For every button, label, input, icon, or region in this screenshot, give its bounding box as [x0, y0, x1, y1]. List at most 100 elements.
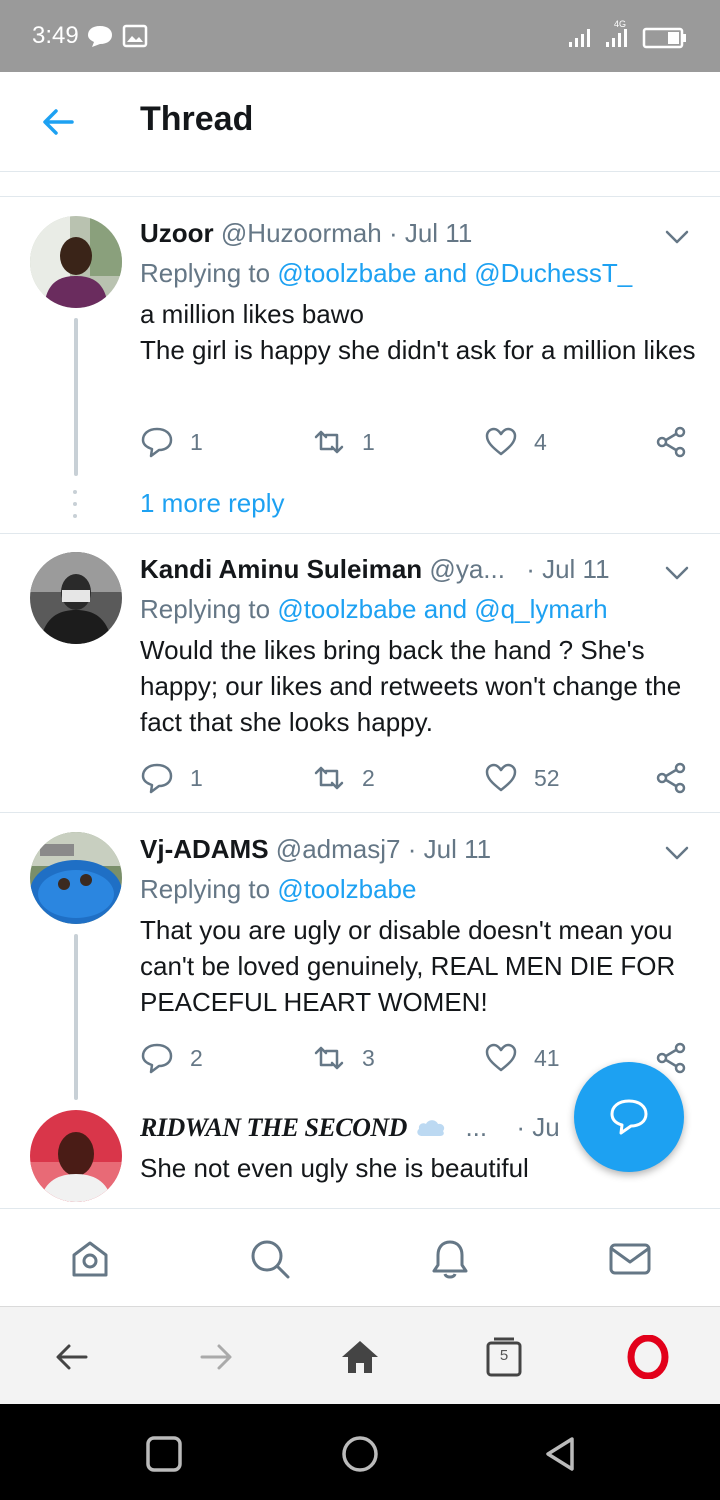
meta-dot: ·	[526, 554, 535, 584]
avatar[interactable]	[30, 552, 122, 644]
mention-links[interactable]: @toolzbabe and @DuchessT_	[277, 258, 632, 288]
author-name[interactable]: Uzoor	[140, 218, 214, 248]
thread-connector	[74, 318, 78, 476]
retweet-button[interactable]: 1	[312, 422, 375, 462]
thread-header: Thread	[0, 72, 720, 172]
retweet-count: 3	[362, 1044, 375, 1071]
opera-menu-icon[interactable]	[626, 1335, 670, 1379]
thread-connector	[74, 934, 78, 1100]
tab-count: 5	[499, 1347, 509, 1364]
tweet[interactable]: Kandi Aminu Suleiman @ya... · Jul 11 Rep…	[0, 534, 720, 812]
author-name[interactable]: RIDWAN THE SECOND	[140, 1113, 407, 1142]
reply-count: 1	[190, 764, 203, 791]
reply-button[interactable]: 1	[140, 422, 203, 462]
divider	[0, 812, 720, 813]
tweet-actions: 1 1 4	[140, 422, 700, 462]
share-icon	[656, 1042, 686, 1074]
browser-toolbar: 5	[0, 1306, 720, 1404]
like-button[interactable]: 52	[484, 758, 560, 798]
status-bar: 3:49 4G	[0, 0, 720, 72]
reply-icon	[141, 1043, 173, 1074]
chevron-down-icon[interactable]	[664, 228, 690, 246]
like-count: 52	[534, 764, 560, 791]
browser-tabs-button[interactable]: 5	[482, 1335, 526, 1379]
retweet-button[interactable]: 2	[312, 758, 375, 798]
tweet-text: That you are ugly or disable doesn't mea…	[140, 915, 676, 1017]
heart-icon	[485, 1043, 517, 1072]
tweet[interactable]: Vj-ADAMS @admasj7 · Jul 11 Replying to @…	[0, 814, 720, 1100]
meta-dot: ·	[516, 1112, 526, 1142]
browser-home-icon[interactable]	[338, 1335, 382, 1379]
more-replies-link[interactable]: 1 more reply	[140, 488, 285, 519]
reply-count: 2	[190, 1044, 203, 1071]
mobile-data-icon: 4G	[606, 19, 627, 47]
like-button[interactable]: 41	[484, 1038, 560, 1078]
author-handle[interactable]: @admasj7	[276, 834, 401, 864]
replying-prefix: Replying to	[140, 258, 278, 288]
reply-icon	[141, 763, 173, 794]
screen: 3:49 4G Thread Uzoor @Huzoormah · Jul 11…	[0, 0, 720, 1500]
tweet-date: Jul 11	[542, 554, 610, 584]
browser-forward-icon[interactable]	[194, 1335, 238, 1379]
messages-envelope-icon[interactable]	[608, 1237, 652, 1281]
retweet-count: 1	[362, 428, 375, 455]
author-name[interactable]: Vj-ADAMS	[140, 834, 269, 864]
system-navigation-bar	[0, 1404, 720, 1500]
share-icon	[656, 762, 686, 794]
author-handle[interactable]: ...	[465, 1112, 487, 1142]
tweet-meta: Uzoor @Huzoormah · Jul 11	[140, 218, 472, 249]
retweet-button[interactable]: 3	[312, 1038, 375, 1078]
reply-button[interactable]: 2	[140, 1038, 203, 1078]
like-count: 4	[534, 428, 547, 455]
reply-count: 1	[190, 428, 203, 455]
chevron-down-icon[interactable]	[664, 844, 690, 862]
tweet-date: Ju	[532, 1112, 560, 1142]
like-button[interactable]: 4	[484, 422, 547, 462]
divider	[0, 196, 720, 197]
tweet-date: Jul 11	[423, 834, 492, 864]
meta-dot: ·	[407, 834, 417, 864]
retweet-icon	[314, 430, 344, 454]
share-button[interactable]	[654, 422, 704, 462]
replying-prefix: Replying to	[140, 874, 278, 904]
avatar[interactable]	[30, 216, 122, 308]
tweet[interactable]: Uzoor @Huzoormah · Jul 11 Replying to @t…	[0, 198, 720, 534]
battery-icon	[642, 27, 686, 49]
home-icon[interactable]	[68, 1237, 112, 1281]
replying-prefix: Replying to	[140, 594, 278, 624]
replying-to: Replying to @toolzbabe and @DuchessT_	[140, 258, 632, 289]
back-arrow-icon[interactable]	[38, 102, 78, 142]
back-triangle-icon[interactable]	[540, 1434, 580, 1474]
retweet-icon	[314, 1046, 344, 1070]
tweet-actions: 1 2 52	[140, 758, 700, 798]
avatar[interactable]	[30, 832, 122, 924]
search-icon[interactable]	[248, 1237, 292, 1281]
chevron-down-icon[interactable]	[664, 564, 690, 582]
author-name[interactable]: Kandi Aminu Suleiman	[140, 554, 422, 584]
mention-links[interactable]: @toolzbabe	[277, 874, 416, 904]
more-replies-dots	[70, 490, 80, 526]
tweet-meta: RIDWAN THE SECOND ... · Ju	[140, 1112, 560, 1143]
recents-square-icon[interactable]	[144, 1434, 184, 1474]
reply-button[interactable]: 1	[140, 758, 203, 798]
replying-to: Replying to @toolzbabe	[140, 874, 416, 905]
home-circle-icon[interactable]	[340, 1434, 380, 1474]
tweet-text: a million likes bawo The girl is happy s…	[140, 299, 696, 365]
cloud-emoji-icon	[417, 1120, 445, 1136]
author-handle[interactable]: @ya...	[429, 554, 505, 584]
status-time: 3:49	[32, 22, 79, 49]
image-notification-icon	[122, 24, 148, 48]
page-title: Thread	[140, 100, 254, 138]
mention-links[interactable]: @toolzbabe and @q_lymarh	[277, 594, 607, 624]
notifications-bell-icon[interactable]	[428, 1237, 472, 1281]
meta-dot: ·	[388, 218, 398, 248]
author-handle[interactable]: @Huzoormah	[221, 218, 382, 248]
avatar[interactable]	[30, 1110, 122, 1202]
retweet-icon	[314, 766, 344, 790]
heart-icon	[485, 763, 517, 792]
share-button[interactable]	[654, 758, 704, 798]
browser-back-icon[interactable]	[50, 1335, 94, 1379]
tweet-date: Jul 11	[404, 218, 473, 248]
heart-icon	[485, 427, 517, 456]
compose-reply-button[interactable]	[574, 1062, 684, 1172]
